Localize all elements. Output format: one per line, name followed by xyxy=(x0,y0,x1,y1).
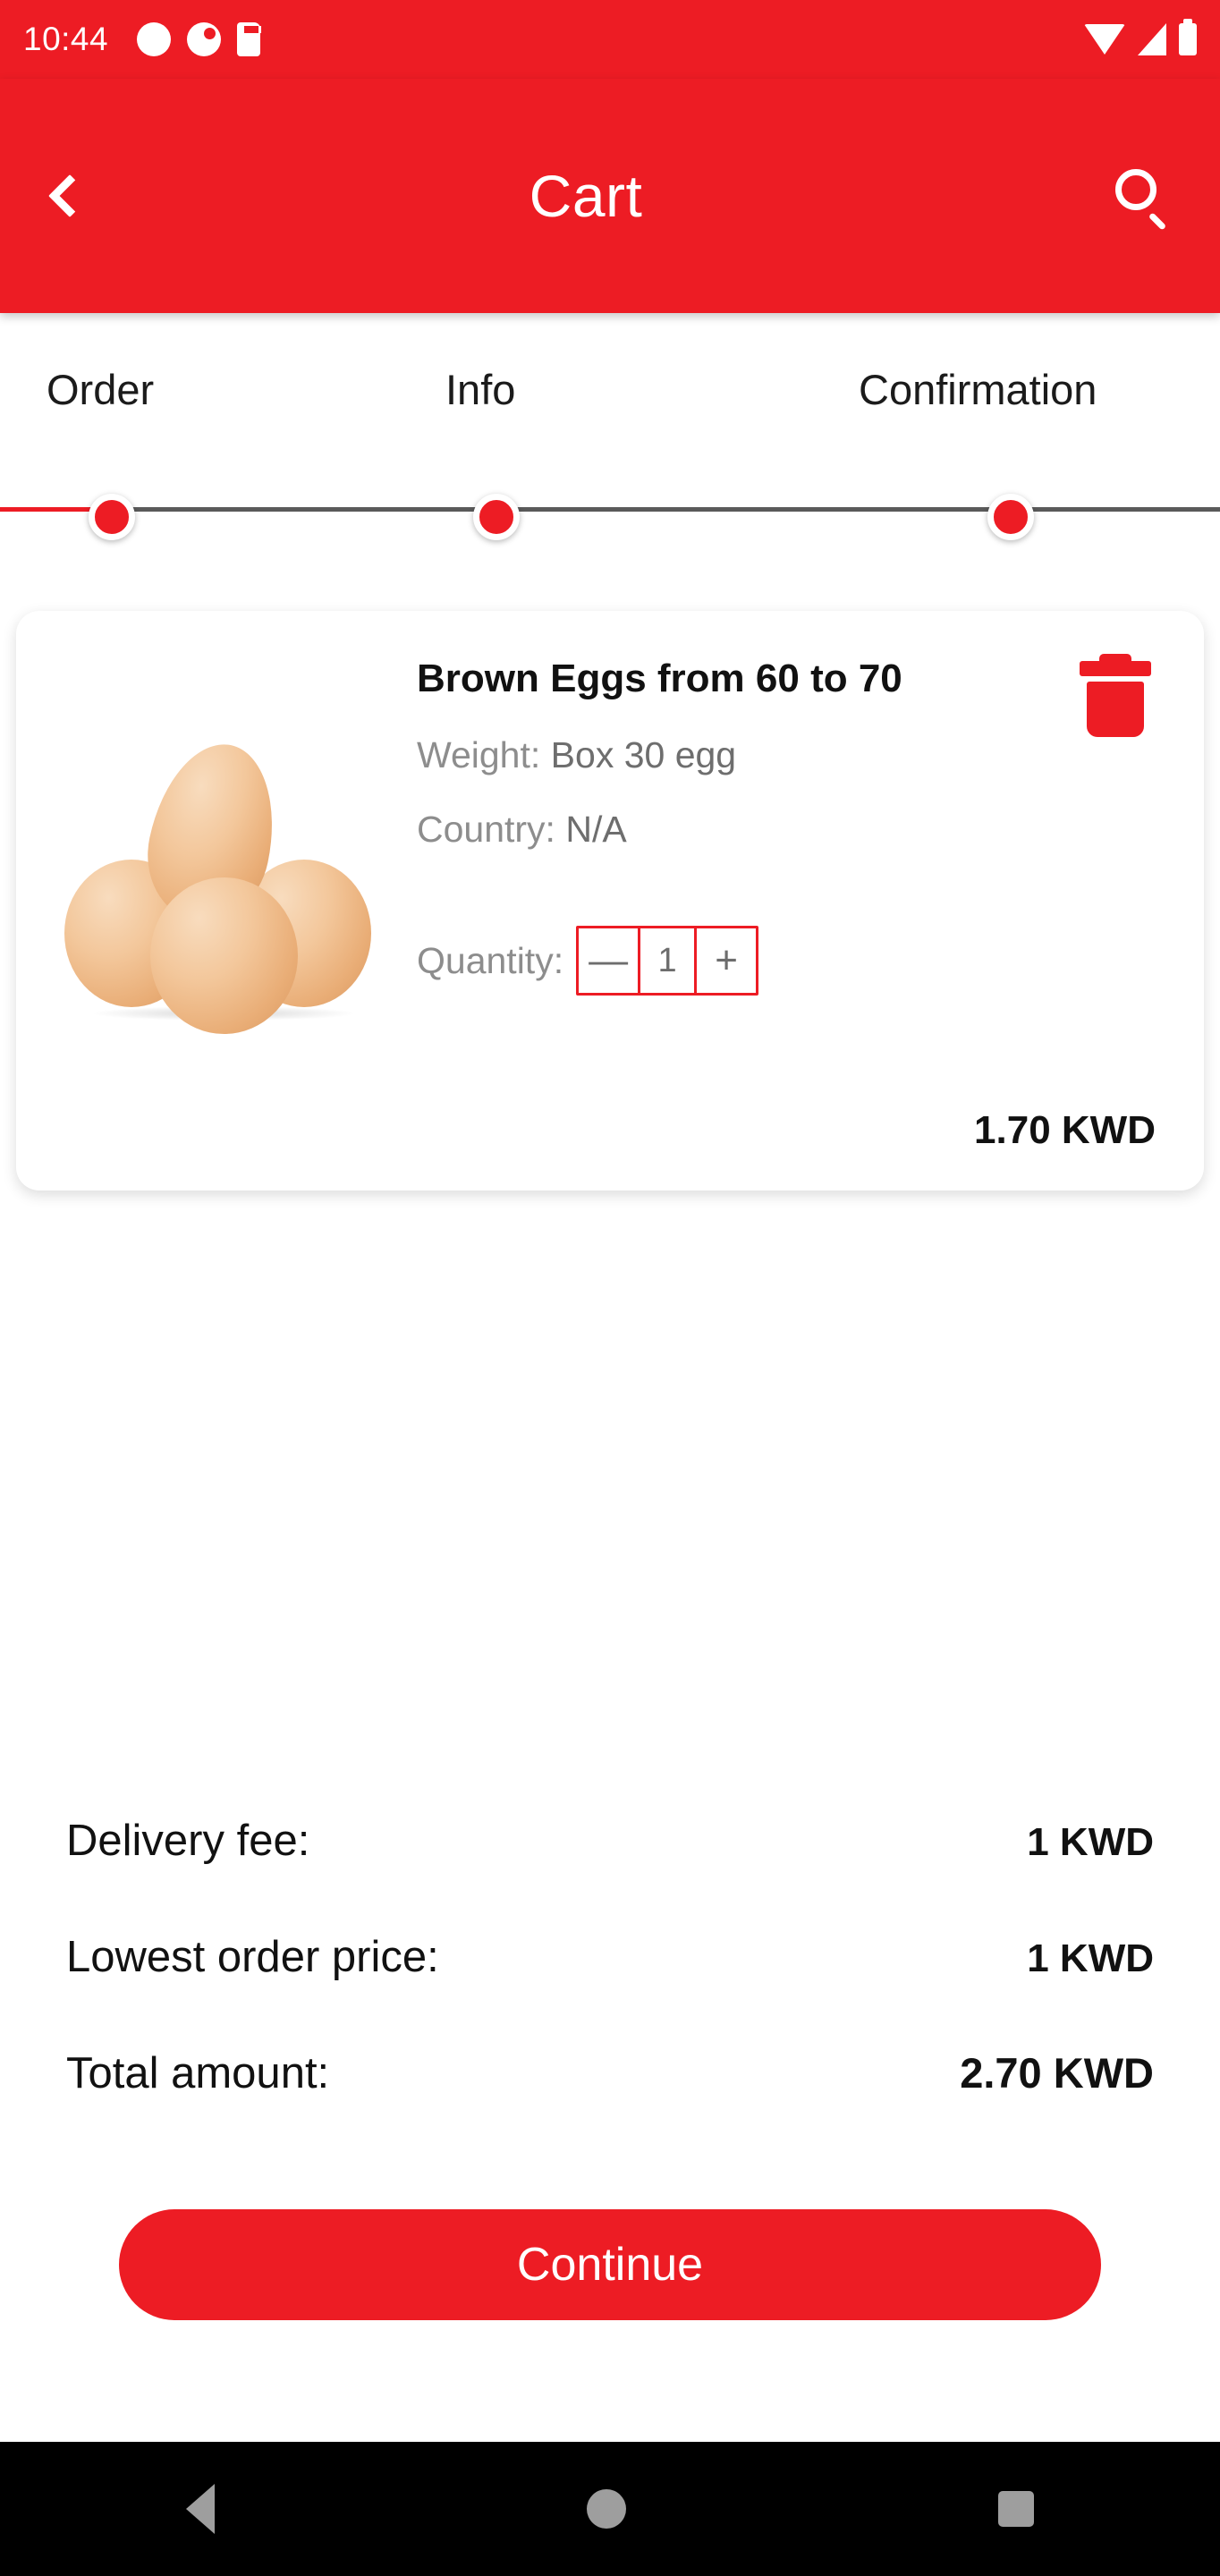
continue-button[interactable]: Continue xyxy=(119,2209,1101,2320)
summary-row-delivery-fee: Delivery fee: 1 KWD xyxy=(0,1816,1220,1932)
quantity-value[interactable]: 1 xyxy=(638,928,698,993)
summary-label: Total amount: xyxy=(66,2049,330,2097)
summary-label: Lowest order price: xyxy=(66,1933,439,1981)
quantity-row: Quantity: — 1 + xyxy=(417,926,759,996)
product-weight-label: Weight: xyxy=(417,734,541,775)
stepper-labels: Order Info Confirmation xyxy=(0,365,1220,428)
android-navigation-bar xyxy=(0,2442,1220,2576)
stepper-track-segment-2 xyxy=(496,507,1011,512)
stepper-dot-confirmation[interactable] xyxy=(987,494,1034,540)
triangle-back-icon[interactable] xyxy=(186,2484,215,2534)
stepper-dot-info[interactable] xyxy=(473,494,520,540)
chevron-left-icon xyxy=(47,174,92,218)
summary-value: 2.70 KWD xyxy=(960,2049,1154,2097)
app-bar: Cart xyxy=(0,79,1220,313)
product-title: Brown Eggs from 60 to 70 xyxy=(417,657,902,700)
product-country-row: Country: N/A xyxy=(417,808,1043,852)
page-title: Cart xyxy=(529,163,643,229)
summary-row-total-amount: Total amount: 2.70 KWD xyxy=(0,2048,1220,2165)
quantity-increment-button[interactable]: + xyxy=(697,928,757,993)
status-bar-time: 10:44 xyxy=(23,21,109,57)
item-price: 1.70 KWD xyxy=(974,1108,1156,1152)
summary-value: 1 KWD xyxy=(1027,1936,1154,1980)
product-weight-value: Box 30 egg xyxy=(550,734,737,775)
circle-home-icon[interactable] xyxy=(587,2489,626,2529)
stepper-track-segment-1 xyxy=(112,507,496,512)
cart-item-card[interactable]: Brown Eggs from 60 to 70 Weight: Box 30 … xyxy=(16,611,1204,1191)
search-button[interactable] xyxy=(1084,142,1200,250)
square-recents-icon[interactable] xyxy=(998,2491,1034,2527)
product-weight-row: Weight: Box 30 egg xyxy=(417,733,1043,777)
wifi-icon xyxy=(1084,24,1125,55)
checkout-progress-stepper: Order Info Confirmation xyxy=(0,313,1220,546)
status-bar-system-icons xyxy=(1084,19,1197,55)
product-country-label: Country: xyxy=(417,809,555,851)
summary-label: Delivery fee: xyxy=(66,1817,310,1865)
summary-row-lowest-order-price: Lowest order price: 1 KWD xyxy=(0,1932,1220,2048)
sd-card-icon xyxy=(237,22,262,56)
product-image xyxy=(45,709,394,1034)
delete-item-button[interactable] xyxy=(1077,654,1154,737)
stepper-dot-order[interactable] xyxy=(89,494,135,540)
summary-value: 1 KWD xyxy=(1027,1820,1154,1864)
stepper-label-confirmation: Confirmation xyxy=(859,366,1097,413)
clock-icon xyxy=(187,22,222,56)
battery-icon xyxy=(1179,19,1197,55)
status-bar: 10:44 xyxy=(0,0,1220,79)
quantity-label: Quantity: xyxy=(417,939,564,981)
quantity-decrement-button[interactable]: — xyxy=(579,928,639,993)
status-bar-notification-icons xyxy=(137,22,262,56)
circle-icon xyxy=(137,22,172,56)
stepper-track xyxy=(0,479,1220,541)
stepper-track-segment-3 xyxy=(1011,507,1220,512)
cellular-signal-icon xyxy=(1138,23,1166,55)
product-country-value: N/A xyxy=(565,809,627,851)
quantity-stepper[interactable]: — 1 + xyxy=(576,926,759,996)
stepper-label-order: Order xyxy=(47,366,155,413)
order-summary: Delivery fee: 1 KWD Lowest order price: … xyxy=(0,1816,1220,2165)
search-icon xyxy=(1115,169,1169,231)
stepper-label-info: Info xyxy=(445,366,516,413)
